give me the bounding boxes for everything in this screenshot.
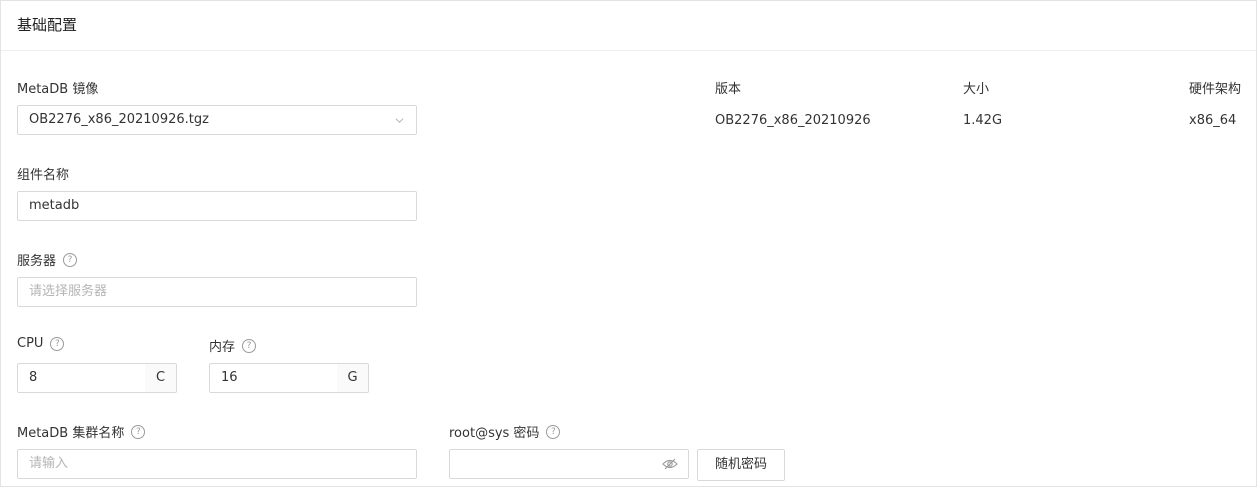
size-value: 1.42G [963, 113, 1003, 128]
question-circle-icon[interactable]: ? [546, 424, 561, 439]
servers-label-text: 服务器 [17, 254, 57, 269]
root-password-label-text: root@sys 密码 [449, 426, 540, 441]
component-name-value: metadb [29, 198, 80, 213]
cpu-unit-addon: C [145, 363, 177, 393]
servers-label: 服务器 ? [17, 250, 78, 269]
cluster-name-placeholder: 请输入 [29, 456, 69, 471]
metadb-image-label: MetaDB 镜像 [17, 78, 98, 97]
arch-value: x86_64 [1189, 113, 1237, 128]
version-header: 版本 [715, 82, 742, 97]
memory-label: 内存 ? [209, 336, 257, 355]
cluster-name-input[interactable]: 请输入 [17, 449, 417, 479]
question-circle-icon[interactable]: ? [50, 336, 65, 351]
component-name-input[interactable]: metadb [17, 191, 417, 221]
version-value: OB2276_x86_20210926 [715, 113, 871, 128]
cpu-value: 8 [29, 370, 38, 385]
memory-label-text: 内存 [209, 340, 236, 355]
basic-config-card: 基础配置 MetaDB 镜像 OB2276_x86_20210926.tgz 版… [0, 0, 1257, 487]
eye-invisible-icon[interactable] [662, 458, 678, 470]
chevron-down-icon [395, 118, 404, 124]
cpu-label-text: CPU [17, 336, 44, 351]
component-name-label: 组件名称 [17, 164, 69, 183]
cpu-input[interactable]: 8 [17, 363, 146, 393]
arch-header: 硬件架构 [1189, 82, 1242, 97]
cluster-name-label: MetaDB 集群名称 ? [17, 422, 146, 441]
question-circle-icon[interactable]: ? [63, 252, 78, 267]
component-name-label-text: 组件名称 [17, 168, 70, 183]
section-title: 基础配置 [17, 16, 78, 34]
question-circle-icon[interactable]: ? [131, 424, 146, 439]
memory-input[interactable]: 16 [209, 363, 338, 393]
servers-placeholder: 请选择服务器 [29, 284, 108, 299]
metadb-image-label-text: MetaDB 镜像 [17, 82, 99, 97]
metadb-image-select[interactable]: OB2276_x86_20210926.tgz [17, 105, 417, 135]
cluster-name-label-text: MetaDB 集群名称 [17, 426, 125, 441]
metadb-image-selected-value: OB2276_x86_20210926.tgz [29, 112, 209, 127]
random-password-button[interactable]: 随机密码 [697, 449, 785, 481]
card-header: 基础配置 [1, 1, 1256, 51]
root-password-label: root@sys 密码 ? [449, 422, 561, 441]
memory-unit-addon: G [337, 363, 369, 393]
memory-value: 16 [221, 370, 238, 385]
cpu-label: CPU ? [17, 336, 65, 351]
root-password-input[interactable] [449, 449, 689, 479]
servers-select[interactable]: 请选择服务器 [17, 277, 417, 307]
size-header: 大小 [963, 82, 990, 97]
question-circle-icon[interactable]: ? [242, 338, 257, 353]
